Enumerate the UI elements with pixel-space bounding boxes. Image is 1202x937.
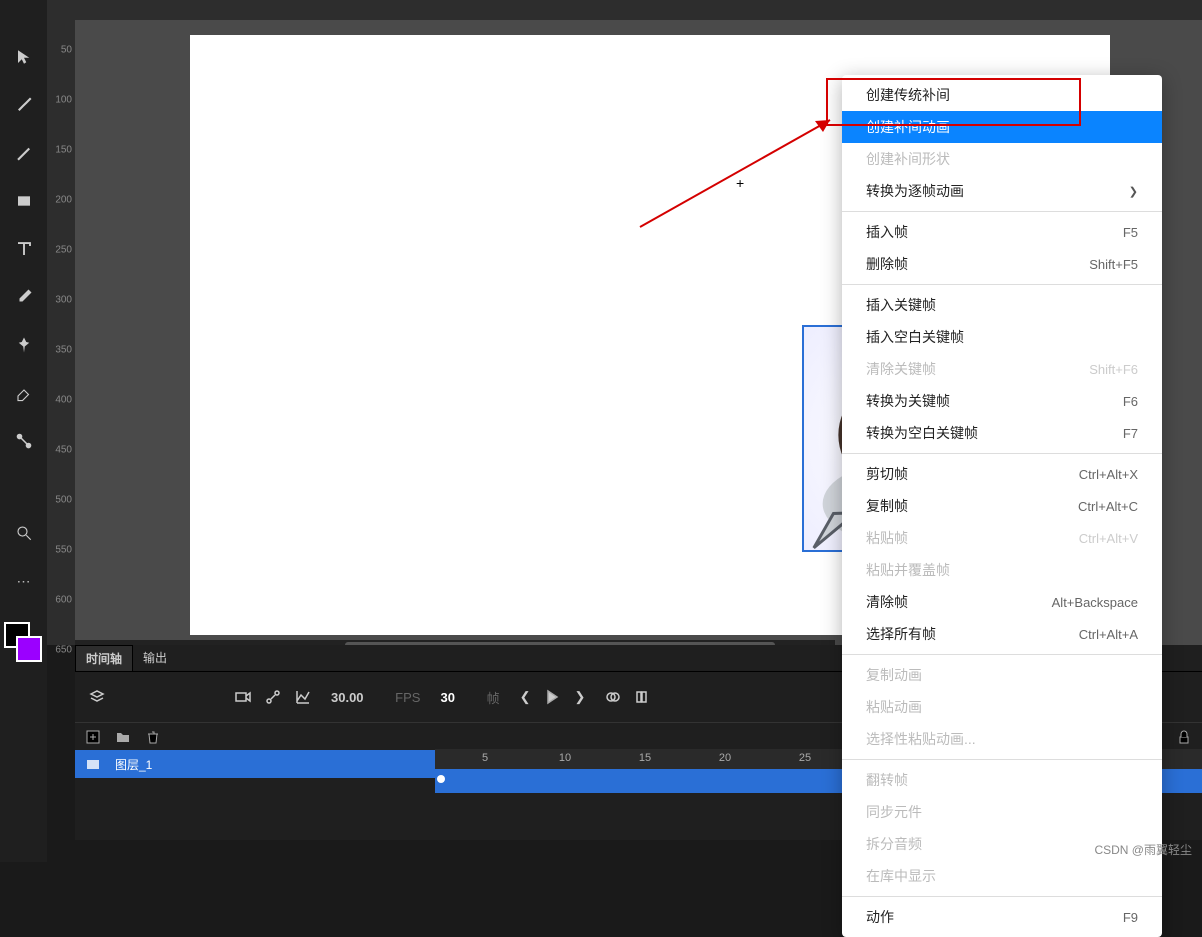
background-swatch[interactable] (16, 636, 42, 662)
more-tools[interactable]: ⋯ (12, 569, 36, 593)
tab-timeline[interactable]: 时间轴 (75, 645, 133, 671)
color-swatches[interactable] (8, 650, 40, 682)
ctx-insert-blank-keyframe[interactable]: 插入空白关键帧 (842, 321, 1162, 353)
ctx-select-all-frames[interactable]: 选择所有帧Ctrl+Alt+A (842, 618, 1162, 650)
watermark: CSDN @雨翼轻尘 (1094, 841, 1192, 858)
vertical-ruler: 50 100 150 200 250 300 350 400 450 500 5… (47, 0, 75, 645)
layer-name[interactable]: 图层_1 (111, 756, 152, 773)
play-button[interactable] (544, 689, 560, 705)
ctx-insert-frame[interactable]: 插入帧F5 (842, 216, 1162, 248)
ctx-separator (842, 284, 1162, 285)
ctx-insert-keyframe[interactable]: 插入关键帧 (842, 289, 1162, 321)
tools-toolbar: ⋯ (0, 0, 47, 862)
folder-icon[interactable] (115, 729, 131, 745)
lock-icon[interactable] (1176, 729, 1192, 745)
tab-output[interactable]: 输出 (133, 645, 177, 671)
ctx-create-shape-tween: 创建补间形状 (842, 143, 1162, 175)
ctx-convert-to-keyframe[interactable]: 转换为关键帧F6 (842, 385, 1162, 417)
ctx-create-classic-tween[interactable]: 创建传统补间 (842, 79, 1162, 111)
ctx-copy-motion: 复制动画 (842, 659, 1162, 691)
brush-tool[interactable] (12, 93, 36, 117)
ctx-separator (842, 896, 1162, 897)
fps-display[interactable]: 30.00 FPS (331, 690, 420, 705)
ctx-remove-frame[interactable]: 删除帧Shift+F5 (842, 248, 1162, 280)
text-tool[interactable] (12, 237, 36, 261)
keyframe[interactable] (437, 775, 445, 783)
onion-skin-icon[interactable] (635, 689, 651, 705)
graph-icon[interactable] (295, 689, 311, 705)
next-button[interactable]: ❯ (574, 689, 585, 705)
registration-point-icon: + (736, 175, 744, 191)
ctx-clear-frames[interactable]: 清除帧Alt+Backspace (842, 586, 1162, 618)
link-icon[interactable] (265, 689, 281, 705)
ctx-separator (842, 211, 1162, 212)
ctx-clear-keyframe: 清除关键帧Shift+F6 (842, 353, 1162, 385)
zoom-tool[interactable] (12, 521, 36, 545)
trash-icon[interactable] (145, 729, 161, 745)
prev-button[interactable]: ❮ (520, 689, 531, 705)
ctx-paste-motion: 粘贴动画 (842, 691, 1162, 723)
ctx-separator (842, 453, 1162, 454)
horizontal-ruler (75, 0, 1202, 20)
ctx-sync-symbols: 同步元件 (842, 796, 1162, 828)
ctx-paste-frames: 粘贴帧Ctrl+Alt+V (842, 522, 1162, 554)
chevron-right-icon: ❯ (1129, 185, 1138, 198)
loop-icon[interactable] (605, 689, 621, 705)
ctx-actions[interactable]: 动作F9 (842, 901, 1162, 933)
add-layer-icon[interactable] (85, 729, 101, 745)
ctx-paste-overwrite-frames: 粘贴并覆盖帧 (842, 554, 1162, 586)
ctx-separator (842, 759, 1162, 760)
camera-icon[interactable] (235, 689, 251, 705)
ctx-paste-motion-special: 选择性粘贴动画... (842, 723, 1162, 755)
ctx-cut-frames[interactable]: 剪切帧Ctrl+Alt+X (842, 458, 1162, 490)
context-menu: 创建传统补间 创建补间动画 创建补间形状 转换为逐帧动画❯ 插入帧F5 删除帧S… (842, 75, 1162, 937)
eraser-tool[interactable] (12, 381, 36, 405)
layer-icon (85, 756, 101, 772)
rectangle-tool[interactable] (12, 189, 36, 213)
ctx-convert-frame-by-frame[interactable]: 转换为逐帧动画❯ (842, 175, 1162, 207)
ctx-separator (842, 654, 1162, 655)
ctx-create-motion-tween[interactable]: 创建补间动画 (842, 111, 1162, 143)
pen-tool[interactable] (12, 141, 36, 165)
eyedropper-tool[interactable] (12, 285, 36, 309)
layers-icon[interactable] (89, 689, 105, 705)
pin-tool[interactable] (12, 333, 36, 357)
ctx-show-in-library: 在库中显示 (842, 860, 1162, 892)
ctx-copy-frames[interactable]: 复制帧Ctrl+Alt+C (842, 490, 1162, 522)
ctx-convert-to-blank-keyframe[interactable]: 转换为空白关键帧F7 (842, 417, 1162, 449)
frame-display[interactable]: 30 帧 (440, 688, 499, 707)
selection-tool[interactable] (12, 45, 36, 69)
ctx-reverse-frames: 翻转帧 (842, 764, 1162, 796)
bone-tool[interactable] (12, 429, 36, 453)
